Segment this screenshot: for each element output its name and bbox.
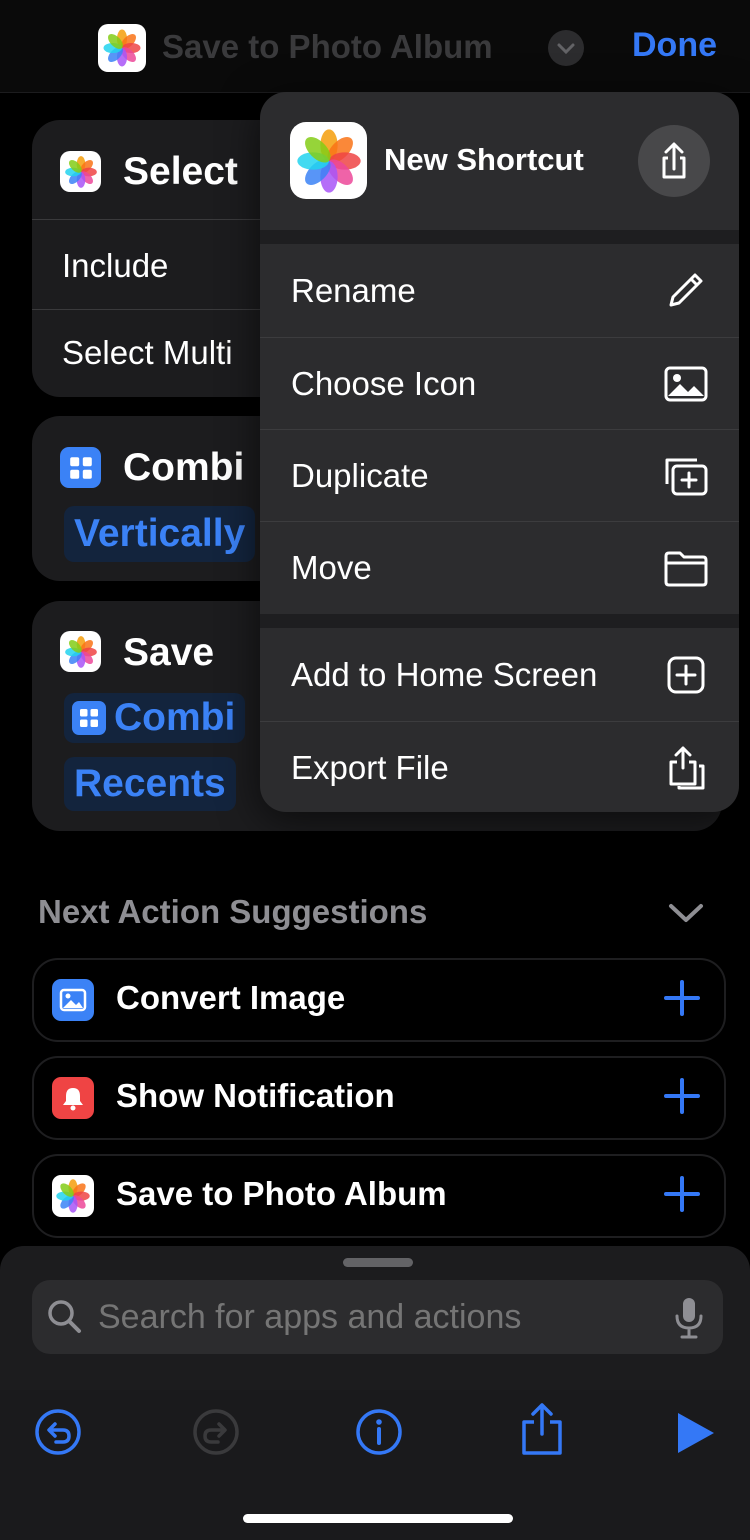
shortcut-title[interactable]: Save to Photo Album bbox=[162, 28, 493, 66]
menu-item-export-file[interactable]: Export File bbox=[260, 722, 739, 812]
photos-app-icon bbox=[98, 24, 146, 72]
menu-item-label: Export File bbox=[291, 749, 449, 786]
search-input[interactable] bbox=[96, 1290, 660, 1344]
menu-section-gap bbox=[260, 230, 739, 244]
menu-item-choose-icon[interactable]: Choose Icon bbox=[260, 338, 739, 430]
add-square-icon bbox=[667, 656, 705, 694]
menu-item-duplicate[interactable]: Duplicate bbox=[260, 430, 739, 522]
share-icon[interactable] bbox=[518, 1400, 566, 1458]
suggestion-save-to-photo-album[interactable]: Save to Photo Album bbox=[32, 1154, 726, 1238]
menu-item-add-to-home-screen[interactable]: Add to Home Screen bbox=[260, 629, 739, 721]
suggestion-label: Save to Photo Album bbox=[116, 1175, 447, 1212]
search-bar[interactable] bbox=[32, 1280, 723, 1354]
duplicate-icon bbox=[665, 458, 708, 496]
notification-icon bbox=[52, 1077, 94, 1119]
direction-token[interactable]: Vertically bbox=[64, 506, 256, 562]
sheet-grabber[interactable] bbox=[343, 1258, 413, 1267]
menu-item-label: Duplicate bbox=[291, 457, 429, 494]
combine-images-icon bbox=[60, 447, 101, 488]
suggestion-show-notification[interactable]: Show Notification bbox=[32, 1056, 726, 1140]
suggestions-heading: Next Action Suggestions bbox=[38, 893, 428, 930]
shortcut-photos-icon bbox=[290, 122, 367, 199]
share-icon[interactable] bbox=[638, 125, 710, 197]
include-option-label[interactable]: Include bbox=[62, 247, 168, 285]
menu-item-rename[interactable]: Rename bbox=[260, 245, 739, 337]
home-indicator bbox=[243, 1514, 513, 1523]
redo-icon[interactable] bbox=[192, 1408, 240, 1456]
menu-item-move[interactable]: Move bbox=[260, 522, 739, 614]
menu-item-label: Move bbox=[291, 549, 372, 586]
menu-item-label: Rename bbox=[291, 272, 416, 309]
album-token[interactable]: Recents bbox=[64, 757, 236, 811]
image-icon bbox=[52, 979, 94, 1021]
play-icon[interactable] bbox=[672, 1410, 720, 1456]
info-icon[interactable] bbox=[355, 1408, 403, 1456]
shortcut-name: New Shortcut bbox=[384, 142, 584, 177]
suggestion-label: Show Notification bbox=[116, 1077, 395, 1114]
menu-section-gap bbox=[260, 614, 739, 628]
action-search-sheet bbox=[0, 1246, 750, 1390]
combine-images-title: Combi bbox=[123, 446, 245, 489]
select-multiple-option-label[interactable]: Select Multi bbox=[62, 334, 233, 372]
add-plus-icon[interactable] bbox=[658, 1072, 706, 1120]
photos-icon bbox=[60, 151, 101, 192]
header-bar: Save to Photo Album Done bbox=[0, 0, 750, 93]
microphone-icon[interactable] bbox=[674, 1296, 704, 1340]
menu-item-label: Choose Icon bbox=[291, 365, 477, 402]
pencil-icon bbox=[669, 273, 703, 307]
combined-image-token[interactable]: Combi bbox=[64, 693, 246, 743]
add-plus-icon[interactable] bbox=[658, 974, 706, 1022]
combine-images-icon bbox=[72, 701, 106, 735]
select-photos-title: Select bbox=[123, 150, 238, 193]
photos-icon bbox=[52, 1175, 94, 1217]
collapse-chevron-down-icon[interactable] bbox=[666, 898, 706, 928]
photos-icon bbox=[60, 631, 101, 672]
editor-toolbar bbox=[0, 1390, 750, 1540]
photo-icon bbox=[664, 366, 708, 402]
add-plus-icon[interactable] bbox=[658, 1170, 706, 1218]
title-chevron-down-icon[interactable] bbox=[548, 30, 584, 66]
search-icon bbox=[48, 1300, 81, 1333]
shortcut-context-menu: New Shortcut Rename Choose Icon Duplicat… bbox=[260, 92, 739, 812]
folder-icon bbox=[664, 551, 708, 587]
combined-token-label: Combi bbox=[114, 696, 236, 739]
done-button[interactable]: Done bbox=[632, 26, 717, 65]
save-title: Save bbox=[123, 631, 215, 674]
export-file-icon bbox=[669, 746, 705, 790]
menu-item-label: Add to Home Screen bbox=[291, 656, 598, 693]
undo-icon[interactable] bbox=[34, 1408, 82, 1456]
suggestion-convert-image[interactable]: Convert Image bbox=[32, 958, 726, 1042]
suggestion-label: Convert Image bbox=[116, 979, 346, 1016]
